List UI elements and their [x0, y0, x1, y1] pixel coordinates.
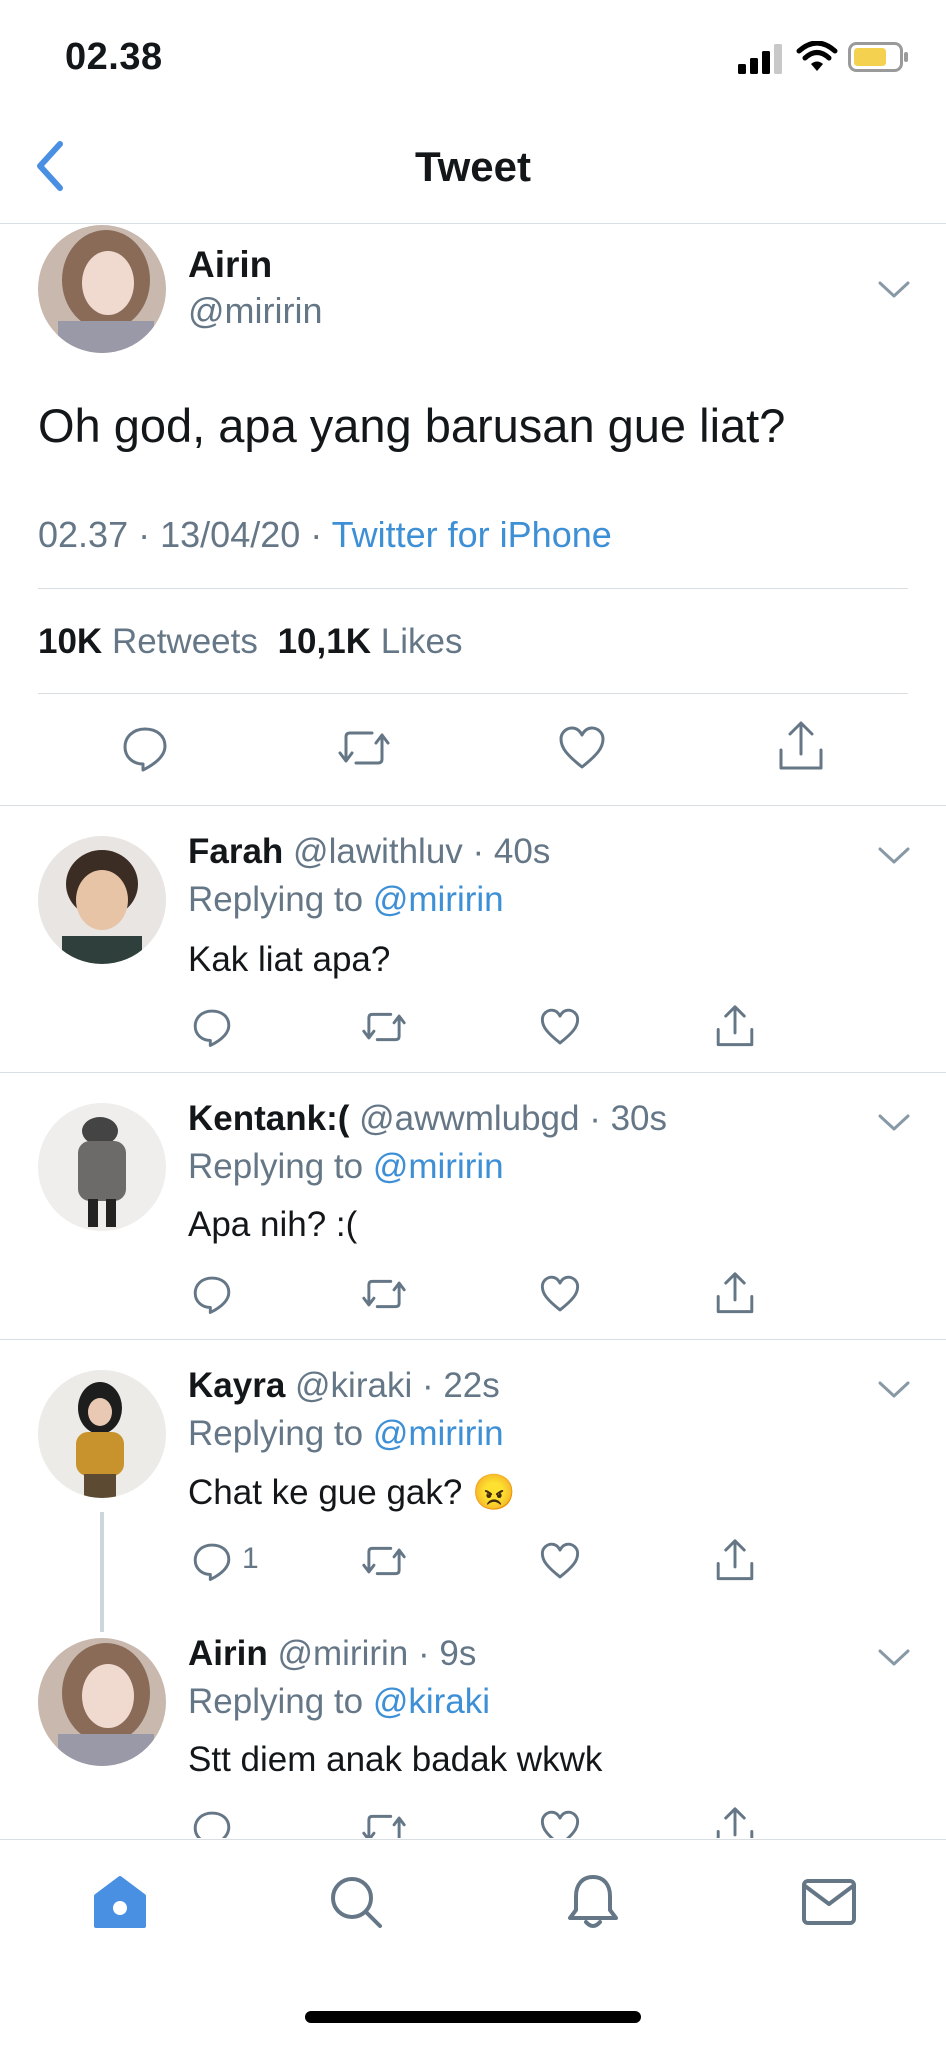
heart-icon[interactable] — [539, 1006, 581, 1048]
share-icon[interactable] — [776, 720, 826, 774]
list-item[interactable]: Farah @lawithluv · 40s Replying to @miri… — [0, 806, 946, 1072]
share-icon[interactable] — [714, 1538, 756, 1584]
list-item[interactable]: Airin @miririn · 9s Replying to @kiraki … — [0, 1608, 946, 1838]
reply-age: 30s — [610, 1099, 668, 1138]
reply-header: Kayra @kiraki · 22s — [188, 1366, 500, 1406]
reply-text: Stt diem anak badak wkwk — [188, 1740, 603, 1779]
reply-header: Farah @lawithluv · 40s — [188, 832, 550, 872]
divider — [38, 693, 908, 694]
replying-to: Replying to @miririn — [188, 880, 504, 920]
meta-separator: · — [579, 1099, 611, 1138]
avatar[interactable] — [38, 1638, 166, 1766]
meta-separator: · — [412, 1366, 444, 1405]
share-icon[interactable] — [714, 1004, 756, 1050]
author-name[interactable]: Airin — [188, 1634, 268, 1673]
retweet-icon[interactable] — [360, 1006, 408, 1048]
wifi-icon — [796, 41, 838, 73]
author-handle[interactable]: @miririn — [277, 1634, 408, 1673]
author-name[interactable]: Farah — [188, 832, 283, 871]
tweet-time: 02.37 — [38, 514, 129, 555]
replying-to-handle[interactable]: @kiraki — [373, 1682, 490, 1721]
divider — [38, 588, 908, 589]
replying-to: Replying to @miririn — [188, 1414, 504, 1454]
reply-icon[interactable] — [191, 1540, 233, 1582]
author-name[interactable]: Kentank:( — [188, 1099, 349, 1138]
mail-icon[interactable] — [801, 1878, 857, 1926]
replying-to-handle[interactable]: @miririn — [373, 1147, 504, 1186]
battery-icon — [848, 42, 910, 72]
retweet-icon[interactable] — [360, 1273, 408, 1315]
share-icon[interactable] — [714, 1271, 756, 1317]
author-handle[interactable]: @lawithluv — [293, 832, 463, 871]
replying-to: Replying to @miririn — [188, 1147, 504, 1187]
chevron-down-icon[interactable] — [876, 1646, 912, 1670]
retweets-count[interactable]: 10K — [38, 622, 102, 661]
list-item[interactable]: Kayra @kiraki · 22s Replying to @miririn… — [0, 1340, 946, 1632]
meta-separator: · — [462, 832, 494, 871]
tweet-source[interactable]: Twitter for iPhone — [332, 514, 612, 555]
retweet-icon[interactable] — [360, 1808, 408, 1838]
status-time: 02.38 — [65, 36, 163, 78]
list-item[interactable]: Kentank:( @awwmlubgd · 30s Replying to @… — [0, 1073, 946, 1339]
heart-icon[interactable] — [539, 1808, 581, 1838]
reply-text: Chat ke gue gak? 😠 — [188, 1473, 516, 1512]
bell-icon[interactable] — [565, 1872, 621, 1932]
chevron-down-icon[interactable] — [876, 1111, 912, 1135]
avatar[interactable] — [38, 225, 166, 353]
chevron-down-icon[interactable] — [876, 844, 912, 868]
likes-label[interactable]: Likes — [381, 622, 463, 661]
reply-icon[interactable] — [191, 1006, 233, 1048]
avatar[interactable] — [38, 836, 166, 964]
reply-age: 9s — [439, 1634, 477, 1673]
reply-icon[interactable] — [120, 723, 170, 773]
meta-separator: · — [310, 514, 323, 555]
home-indicator — [305, 2011, 641, 2023]
replying-label: Replying to — [188, 1147, 364, 1186]
reply-text: Apa nih? :( — [188, 1205, 358, 1244]
likes-count[interactable]: 10,1K — [278, 622, 371, 661]
retweet-icon[interactable] — [360, 1540, 408, 1582]
retweet-icon[interactable] — [336, 723, 392, 773]
author-handle[interactable]: @awwmlubgd — [359, 1099, 579, 1138]
retweets-label[interactable]: Retweets — [112, 622, 258, 661]
tweet-meta: 02.37 · 13/04/20 · Twitter for iPhone — [38, 514, 612, 556]
reply-text: Kak liat apa? — [188, 940, 391, 979]
replying-to: Replying to @kiraki — [188, 1682, 490, 1722]
reply-icon[interactable] — [191, 1808, 233, 1838]
replying-label: Replying to — [188, 1682, 364, 1721]
chevron-down-icon[interactable] — [876, 278, 912, 302]
author-handle[interactable]: @kiraki — [295, 1366, 412, 1405]
reply-count: 1 — [242, 1542, 259, 1575]
reply-age: 40s — [493, 832, 551, 871]
heart-icon[interactable] — [539, 1273, 581, 1315]
reply-icon[interactable] — [191, 1273, 233, 1315]
search-icon[interactable] — [328, 1874, 384, 1930]
tweet-text: Oh god, apa yang barusan gue liat? — [38, 399, 786, 452]
replying-label: Replying to — [188, 1414, 364, 1453]
avatar[interactable] — [38, 1103, 166, 1231]
status-bar: 02.38 — [0, 0, 946, 120]
author-handle[interactable]: @miririn — [188, 290, 323, 332]
author-name[interactable]: Kayra — [188, 1366, 285, 1405]
reply-header: Airin @miririn · 9s — [188, 1634, 476, 1674]
reply-age: 22s — [443, 1366, 500, 1405]
page-title: Tweet — [415, 143, 531, 190]
meta-separator: · — [138, 514, 151, 555]
replying-to-handle[interactable]: @miririn — [373, 880, 504, 919]
meta-separator: · — [408, 1634, 440, 1673]
share-icon[interactable] — [714, 1806, 756, 1838]
reply-header: Kentank:( @awwmlubgd · 30s — [188, 1099, 667, 1139]
tweet-date: 13/04/20 — [160, 514, 301, 555]
home-icon[interactable] — [92, 1874, 148, 1930]
heart-icon[interactable] — [557, 723, 607, 773]
chevron-down-icon[interactable] — [876, 1378, 912, 1402]
replying-label: Replying to — [188, 880, 364, 919]
tweet-stats: 10K Retweets 10,1K Likes — [38, 622, 462, 662]
signal-bars-icon — [738, 44, 786, 74]
avatar[interactable] — [38, 1370, 166, 1498]
author-name[interactable]: Airin — [188, 244, 272, 286]
heart-icon[interactable] — [539, 1540, 581, 1582]
replying-to-handle[interactable]: @miririn — [373, 1414, 504, 1453]
